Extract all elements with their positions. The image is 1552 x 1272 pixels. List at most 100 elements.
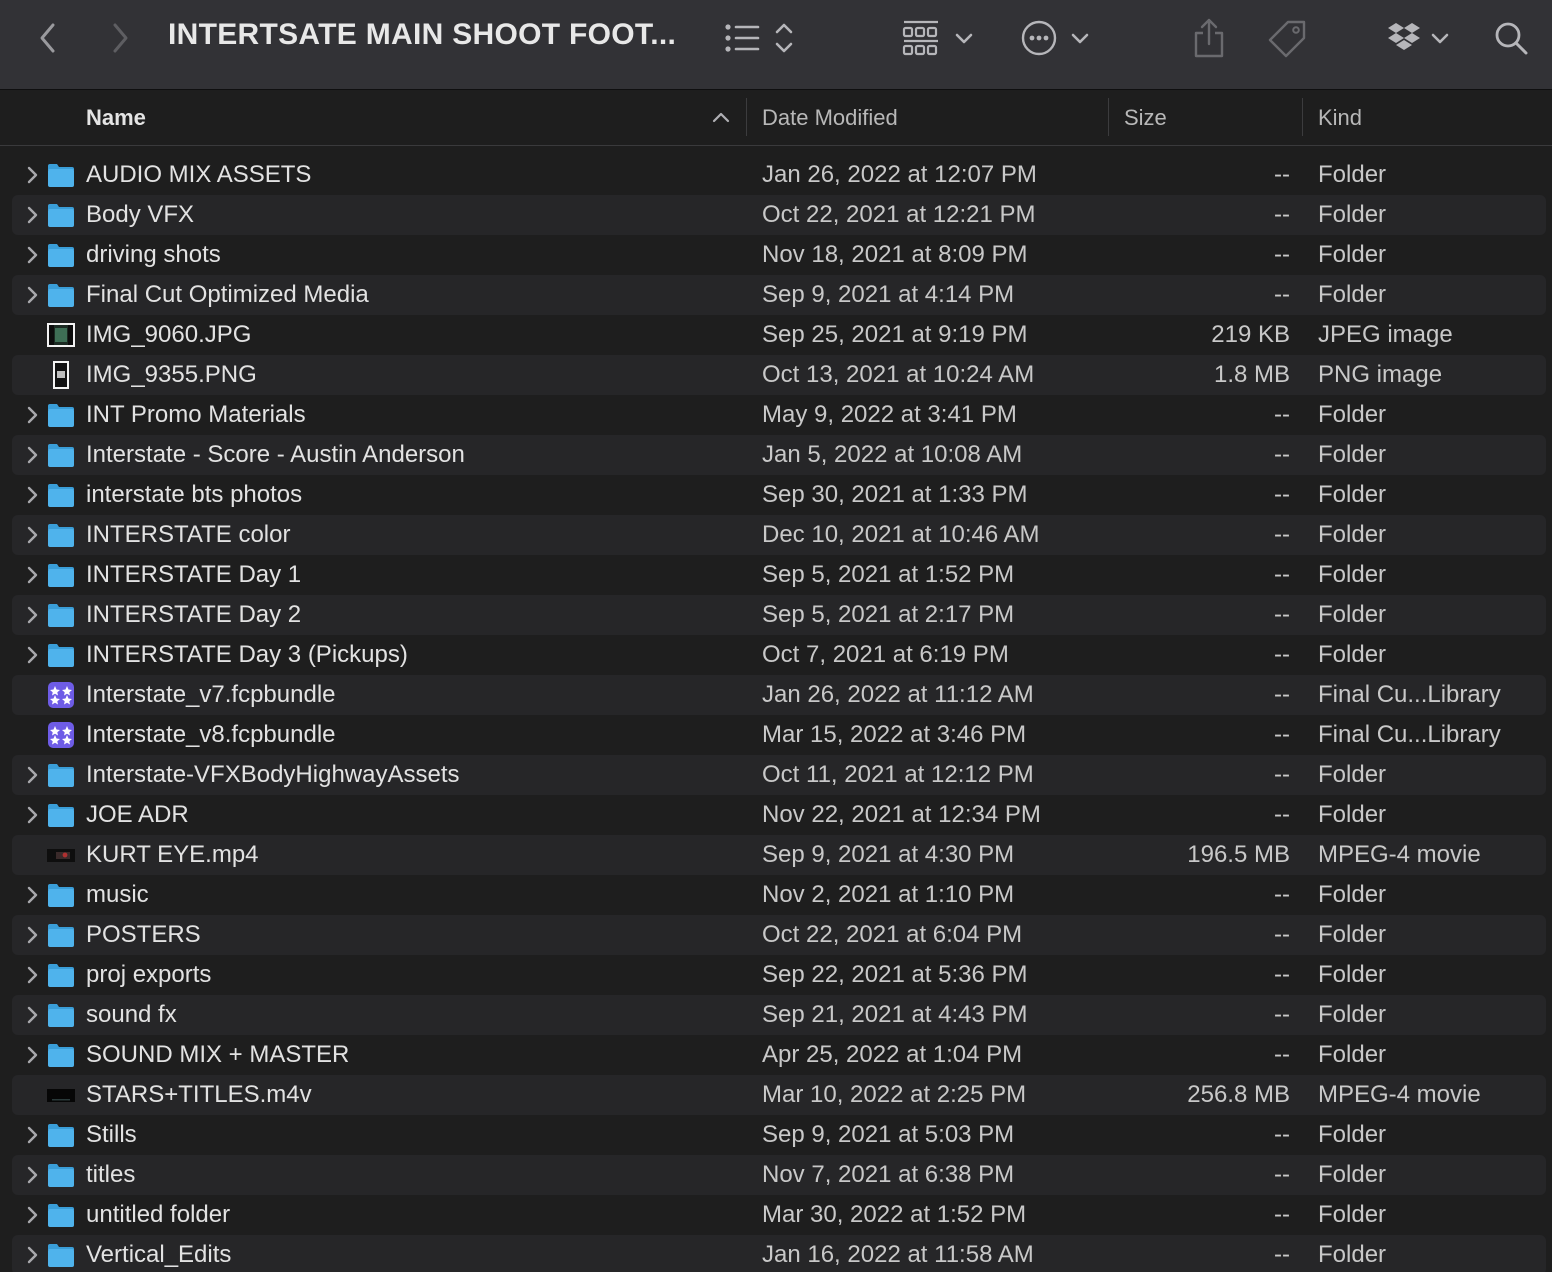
file-kind: Final Cu...Library: [1318, 721, 1501, 748]
finder-toolbar: INTERTSATE MAIN SHOOT FOOT...: [0, 0, 1552, 90]
search-icon: [1495, 22, 1528, 55]
file-row[interactable]: Body VFX Oct 22, 2021 at 12:21 PM -- Folder: [12, 195, 1546, 235]
disclosure-triangle-icon[interactable]: [22, 605, 42, 625]
file-row[interactable]: IMG_9355.PNG Oct 13, 2021 at 10:24 AM 1.8 …: [12, 355, 1546, 395]
file-kind: Folder: [1318, 801, 1387, 828]
file-date-modified: Sep 9, 2021 at 4:14 PM: [762, 281, 1015, 308]
dropbox-button[interactable]: [1386, 0, 1452, 76]
disclosure-triangle-icon[interactable]: [22, 765, 42, 785]
file-date-modified: Apr 25, 2022 at 1:04 PM: [762, 1041, 1023, 1068]
column-header-size[interactable]: Size: [1124, 90, 1167, 145]
column-divider[interactable]: [1108, 98, 1109, 136]
sort-ascending-icon[interactable]: [710, 108, 732, 131]
disclosure-triangle-icon[interactable]: [22, 1165, 42, 1185]
file-kind: Folder: [1318, 961, 1387, 988]
file-row[interactable]: interstate bts photos Sep 30, 2021 at 1:3…: [12, 475, 1546, 515]
movie-thumbnail-icon: [46, 840, 76, 870]
file-row[interactable]: POSTERS Oct 22, 2021 at 6:04 PM -- Folder: [12, 915, 1546, 955]
tag-icon: [1268, 20, 1306, 58]
file-row[interactable]: INTERSTATE Day 3 (Pickups) Oct 7, 2021 at…: [12, 635, 1546, 675]
file-row[interactable]: INTERSTATE Day 1 Sep 5, 2021 at 1:52 PM --…: [12, 555, 1546, 595]
file-row[interactable]: titles Nov 7, 2021 at 6:38 PM -- Folder: [12, 1155, 1546, 1195]
final-cut-library-icon: [46, 720, 76, 750]
file-row[interactable]: Interstate-VFXBodyHighwayAssets Oct 11, 2…: [12, 755, 1546, 795]
tag-button[interactable]: [1264, 0, 1310, 76]
file-size: --: [1274, 641, 1290, 668]
file-size: --: [1274, 161, 1290, 188]
file-row[interactable]: proj exports Sep 22, 2021 at 5:36 PM -- Fol…: [12, 955, 1546, 995]
file-size: 1.8 MB: [1213, 361, 1290, 388]
column-header-date-modified[interactable]: Date Modified: [762, 90, 898, 145]
group-by-button[interactable]: [900, 0, 976, 76]
file-row[interactable]: INTERSTATE color Dec 10, 2021 at 10:46 AM…: [12, 515, 1546, 555]
file-row[interactable]: STARS+TITLES.m4v Mar 10, 2022 at 2:25 PM 2…: [12, 1075, 1546, 1115]
column-divider[interactable]: [1302, 98, 1303, 136]
file-row[interactable]: untitled folder Mar 30, 2022 at 1:52 PM --…: [12, 1195, 1546, 1235]
disclosure-triangle-icon[interactable]: [22, 245, 42, 265]
disclosure-triangle-icon[interactable]: [22, 525, 42, 545]
file-kind: Folder: [1318, 441, 1387, 468]
file-row[interactable]: Final Cut Optimized Media Sep 9, 2021 at …: [12, 275, 1546, 315]
file-name: untitled folder: [86, 1201, 231, 1228]
file-name: interstate bts photos: [86, 481, 303, 508]
disclosure-triangle-icon[interactable]: [22, 485, 42, 505]
file-row[interactable]: music Nov 2, 2021 at 1:10 PM -- Folder: [12, 875, 1546, 915]
folder-icon: [46, 1000, 76, 1030]
back-button[interactable]: [30, 0, 66, 76]
forward-button[interactable]: [102, 0, 138, 76]
file-kind: Folder: [1318, 1001, 1387, 1028]
file-row[interactable]: Interstate_v8.fcpbundle Mar 15, 2022 at 3…: [12, 715, 1546, 755]
disclosure-triangle-icon[interactable]: [22, 885, 42, 905]
disclosure-triangle-icon[interactable]: [22, 1205, 42, 1225]
disclosure-triangle-icon[interactable]: [22, 445, 42, 465]
file-row[interactable]: AUDIO MIX ASSETS Jan 26, 2022 at 12:07 PM…: [12, 155, 1546, 195]
disclosure-triangle-icon[interactable]: [22, 965, 42, 985]
file-size: --: [1274, 921, 1290, 948]
view-options-button[interactable]: [722, 0, 800, 76]
column-header-kind[interactable]: Kind: [1318, 90, 1362, 145]
file-row[interactable]: IMG_9060.JPG Sep 25, 2021 at 9:19 PM 219 K…: [12, 315, 1546, 355]
search-button[interactable]: [1490, 0, 1532, 76]
file-size: --: [1274, 561, 1290, 588]
disclosure-triangle-icon[interactable]: [22, 645, 42, 665]
file-row[interactable]: Stills Sep 9, 2021 at 5:03 PM -- Folder: [12, 1115, 1546, 1155]
column-divider[interactable]: [746, 98, 747, 136]
file-size: --: [1274, 801, 1290, 828]
disclosure-triangle-icon[interactable]: [22, 565, 42, 585]
folder-icon: [46, 760, 76, 790]
file-kind: Folder: [1318, 1201, 1387, 1228]
column-header-name[interactable]: Name: [86, 90, 146, 145]
file-row[interactable]: Interstate_v7.fcpbundle Jan 26, 2022 at 1…: [12, 675, 1546, 715]
file-size: --: [1274, 281, 1290, 308]
action-menu-button[interactable]: [1020, 0, 1092, 76]
disclosure-triangle-icon[interactable]: [22, 1045, 42, 1065]
file-row[interactable]: SOUND MIX + MASTER Apr 25, 2022 at 1:04 P…: [12, 1035, 1546, 1075]
file-size: 256.8 MB: [1187, 1081, 1290, 1108]
file-row[interactable]: Vertical_Edits Jan 16, 2022 at 11:58 AM --…: [12, 1235, 1546, 1272]
file-row[interactable]: sound fx Sep 21, 2021 at 4:43 PM -- Folder: [12, 995, 1546, 1035]
file-name: INTERSTATE Day 2: [86, 601, 302, 628]
file-row[interactable]: INT Promo Materials May 9, 2022 at 3:41 P…: [12, 395, 1546, 435]
disclosure-triangle-icon[interactable]: [22, 1245, 42, 1265]
file-row[interactable]: INTERSTATE Day 2 Sep 5, 2021 at 2:17 PM --…: [12, 595, 1546, 635]
disclosure-triangle-icon[interactable]: [22, 165, 42, 185]
jpeg-thumbnail-icon: [46, 320, 76, 350]
file-row[interactable]: driving shots Nov 18, 2021 at 8:09 PM -- Fo…: [12, 235, 1546, 275]
file-size: --: [1274, 1121, 1290, 1148]
share-button[interactable]: [1190, 0, 1228, 76]
file-row[interactable]: JOE ADR Nov 22, 2021 at 12:34 PM -- Folder: [12, 795, 1546, 835]
file-row[interactable]: KURT EYE.mp4 Sep 9, 2021 at 4:30 PM 196.5 …: [12, 835, 1546, 875]
disclosure-triangle-icon[interactable]: [22, 1125, 42, 1145]
folder-icon: [46, 920, 76, 950]
file-size: --: [1274, 521, 1290, 548]
disclosure-triangle-icon[interactable]: [22, 925, 42, 945]
file-row[interactable]: Interstate - Score - Austin Anderson Jan …: [12, 435, 1546, 475]
disclosure-triangle-icon[interactable]: [22, 285, 42, 305]
disclosure-triangle-icon[interactable]: [22, 205, 42, 225]
file-size: --: [1274, 481, 1290, 508]
file-date-modified: Sep 5, 2021 at 1:52 PM: [762, 561, 1015, 588]
disclosure-triangle-icon[interactable]: [22, 405, 42, 425]
disclosure-triangle-icon[interactable]: [22, 1005, 42, 1025]
file-kind: Folder: [1318, 401, 1387, 428]
disclosure-triangle-icon[interactable]: [22, 805, 42, 825]
